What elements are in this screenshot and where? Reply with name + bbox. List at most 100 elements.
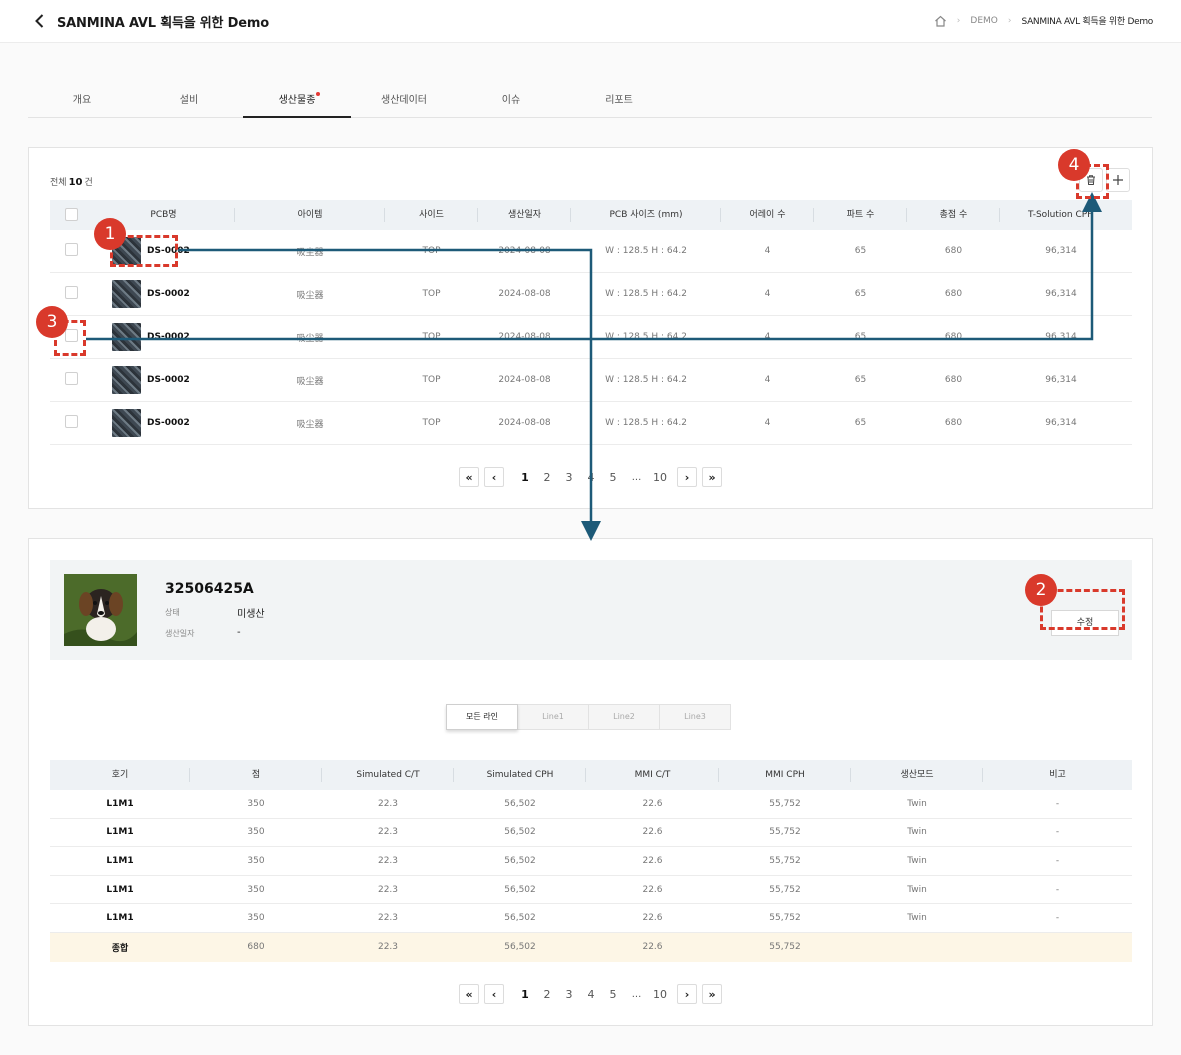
first-page-button[interactable]: « [459,984,479,1004]
cell-array: 4 [764,332,771,342]
cell-date: 2024-08-08 [498,332,551,342]
tab-production-data[interactable]: 생산데이터 [350,88,458,118]
cell-size: W : 128.5 H : 64.2 [605,289,687,299]
cell-cph: 96,314 [1045,375,1077,385]
date-value: - [237,627,241,638]
tab-products[interactable]: 생산물종 [243,88,351,118]
row-checkbox-cell [50,415,92,431]
col-points: 점 [190,760,322,790]
product-id: 32506425A [165,581,254,597]
row-checkbox[interactable] [64,372,78,385]
line-tab-line2[interactable]: Line2 [588,704,660,730]
col-sim-cph: Simulated CPH [454,760,586,790]
page-3[interactable]: 3 [558,988,580,1001]
pcb-name[interactable]: DS-0002 [147,418,190,428]
cell-date: 2024-08-08 [498,246,551,256]
cell-item: 吸尘器 [296,333,324,344]
tab-overview[interactable]: 개요 [28,88,136,118]
pcb-name-cell[interactable]: DS-0002 [92,323,235,351]
select-all-checkbox[interactable] [64,208,78,221]
line-row: L1M1 350 22.3 56,502 22.6 55,752 Twin - [50,819,1132,848]
next-page-button[interactable]: › [677,984,697,1004]
select-all-cell [50,200,92,230]
product-row[interactable]: DS-0002 吸尘器 TOP 2024-08-08 W : 128.5 H : 64.… [50,273,1132,316]
page-10[interactable]: 10 [649,471,671,484]
row-checkbox[interactable] [64,243,78,256]
page-1[interactable]: 1 [514,988,536,1001]
prev-page-button[interactable]: ‹ [484,984,504,1004]
product-row[interactable]: DS-0002 吸尘器 TOP 2024-08-08 W : 128.5 H : 64.… [50,316,1132,359]
chevron-right-icon: › [1007,15,1012,26]
page-5[interactable]: 5 [602,471,624,484]
row-checkbox[interactable] [64,286,78,299]
add-button[interactable] [1106,168,1130,192]
tab-issues[interactable]: 이슈 [457,88,565,118]
line-tab-line3[interactable]: Line3 [659,704,731,730]
back-button[interactable] [30,11,50,31]
page-5[interactable]: 5 [602,988,624,1001]
cell-item: 吸尘器 [296,419,324,430]
line-row: L1M1 350 22.3 56,502 22.6 55,752 Twin - [50,904,1132,933]
col-array-count: 어레이 수 [721,200,814,230]
page-4[interactable]: 4 [580,471,602,484]
pcb-name-cell[interactable]: DS-0002 [92,366,235,394]
cell-cph: 96,314 [1045,418,1077,428]
cell-sim_ct: 22.3 [377,855,399,866]
product-row[interactable]: DS-0002 吸尘器 TOP 2024-08-08 W : 128.5 H : 64.… [50,359,1132,402]
pcb-name-cell[interactable]: DS-0002 [92,409,235,437]
pcb-name[interactable]: DS-0002 [147,289,190,299]
pagination-ellipsis: ... [631,471,642,483]
cell-array: 4 [764,246,771,256]
top-bar: SANMINA AVL 획득을 위한 Demo › DEMO › SANMINA… [0,0,1181,43]
cell-size: W : 128.5 H : 64.2 [605,246,687,256]
cell-array: 4 [764,418,771,428]
row-checkbox-cell [50,286,92,302]
cell-sim_ct: 22.3 [377,884,399,895]
cell-mode: Twin [907,884,927,895]
last-page-button[interactable]: » [702,467,722,487]
tab-reports[interactable]: 리포트 [565,88,673,118]
page-2[interactable]: 2 [536,471,558,484]
page-1[interactable]: 1 [514,471,536,484]
product-row[interactable]: DS-0002 吸尘器 TOP 2024-08-08 W : 128.5 H : 64.… [50,402,1132,445]
line-filter: 모든 라인 Line1 Line2 Line3 [446,704,731,730]
page-3[interactable]: 3 [558,471,580,484]
cell-side: TOP [422,332,441,342]
col-unit: 호기 [50,760,190,790]
breadcrumb-item-demo[interactable]: DEMO [970,16,997,26]
cell-side: TOP [422,375,441,385]
prev-page-button[interactable]: ‹ [484,467,504,487]
cell-array: 4 [764,289,771,299]
page-10[interactable]: 10 [649,988,671,1001]
page-2[interactable]: 2 [536,988,558,1001]
detail-pagination: « ‹ 1 2 3 4 5 ... 10 › » [459,984,727,1004]
dog-picture [64,574,137,646]
cell-parts: 65 [854,289,867,299]
annotation-badge-2: 2 [1025,574,1057,606]
pcb-name[interactable]: DS-0002 [147,332,190,342]
next-page-button[interactable]: › [677,467,697,487]
cell-mmi_cph: 55,752 [769,827,801,838]
annotation-badge-4: 4 [1058,149,1090,181]
page-4[interactable]: 4 [580,988,602,1001]
pcb-name-cell[interactable]: DS-0002 [92,280,235,308]
product-image [64,574,137,646]
pcb-name[interactable]: DS-0002 [147,375,190,385]
line-tab-line1[interactable]: Line1 [517,704,589,730]
product-row[interactable]: DS-0002 吸尘器 TOP 2024-08-08 W : 128.5 H : 64.… [50,230,1132,273]
line-tab-all[interactable]: 모든 라인 [446,704,518,730]
home-icon[interactable] [934,15,947,27]
row-checkbox-cell [50,372,92,388]
first-page-button[interactable]: « [459,467,479,487]
cell-points: 680 [944,289,963,299]
pcb-thumbnail [112,409,141,437]
row-checkbox[interactable] [64,415,78,428]
cell-sim_ct: 22.3 [377,827,399,838]
cell-item: 吸尘器 [296,247,324,258]
last-page-button[interactable]: » [702,984,722,1004]
date-label: 생산일자 [165,629,195,638]
tab-equipment[interactable]: 설비 [135,88,243,118]
col-sim-ct: Simulated C/T [322,760,454,790]
breadcrumb-item-current: SANMINA AVL 획득을 위한 Demo [1021,17,1153,27]
cell-points: 350 [247,884,265,895]
